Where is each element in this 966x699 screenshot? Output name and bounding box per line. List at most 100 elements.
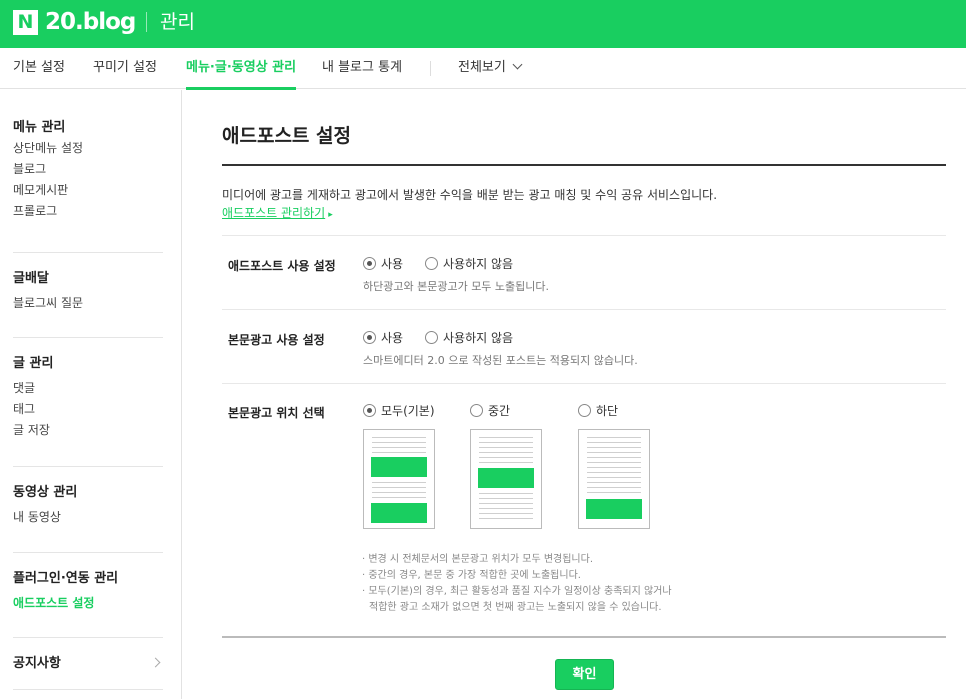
ad-position-label: 본문광고 위치 선택 xyxy=(228,406,325,420)
ad-position-radio-middle[interactable]: 중간 xyxy=(470,403,510,419)
note-line: 적합한 광고 소재가 없으면 첫 번째 광고는 노출되지 않을 수 있습니다. xyxy=(369,602,662,613)
text-line xyxy=(372,447,426,448)
sidebar-item-memo-board[interactable]: 메모게시판 xyxy=(13,180,163,201)
radio-unchecked-icon xyxy=(425,331,438,344)
text-line xyxy=(587,447,641,448)
tab-basic-settings[interactable]: 기본 설정 xyxy=(13,48,65,89)
text-line xyxy=(372,492,426,493)
preview-position-bottom[interactable] xyxy=(578,429,650,529)
text-line xyxy=(479,437,533,438)
ad-position-radio-all[interactable]: 모두(기본) xyxy=(363,403,435,419)
text-line xyxy=(587,467,641,468)
radio-label: 모두(기본) xyxy=(381,404,435,418)
top-header: N 20.blog 관리 xyxy=(0,0,966,48)
sidebar-item-top-menu[interactable]: 상단메뉴 설정 xyxy=(13,138,163,159)
radio-label: 하단 xyxy=(596,404,619,418)
sidebar-group-posts: 글 관리 댓글 태그 글 저장 xyxy=(13,354,163,441)
text-line xyxy=(479,513,533,514)
text-line xyxy=(479,493,533,494)
sidebar-item-adpost-settings[interactable]: 애드포스트 설정 xyxy=(13,593,163,614)
sidebar-divider xyxy=(13,552,163,553)
page-title: 애드포스트 설정 xyxy=(222,125,351,147)
radio-unchecked-icon xyxy=(578,404,591,417)
sidebar-item-tags[interactable]: 태그 xyxy=(13,399,163,420)
text-line xyxy=(587,477,641,478)
sidebar: 메뉴 관리 상단메뉴 설정 블로그 메모게시판 프롤로그 글배달 블로그씨 질문… xyxy=(0,90,182,699)
text-line xyxy=(587,437,641,438)
text-line xyxy=(479,442,533,443)
preview-position-all[interactable] xyxy=(363,429,435,529)
radio-unchecked-icon xyxy=(470,404,483,417)
sidebar-group-title: 플러그인·연동 관리 xyxy=(13,571,119,586)
sidebar-group-menu: 메뉴 관리 상단메뉴 설정 블로그 메모게시판 프롤로그 xyxy=(13,118,163,222)
adpost-manage-link[interactable]: 애드포스트 관리하기 ▸ xyxy=(222,204,333,221)
text-line xyxy=(479,508,533,509)
adpost-use-hint: 하단광고와 본문광고가 모두 노출됩니다. xyxy=(363,280,550,293)
naver-logo-icon[interactable]: N xyxy=(13,10,38,35)
radio-label: 사용하지 않음 xyxy=(443,331,514,345)
tab-design-settings[interactable]: 꾸미기 설정 xyxy=(93,48,157,89)
sidebar-group-title: 동영상 관리 xyxy=(13,485,78,500)
sidebar-item-comments[interactable]: 댓글 xyxy=(13,378,163,399)
text-line xyxy=(372,497,426,498)
body-ad-radio-off[interactable]: 사용하지 않음 xyxy=(425,330,513,346)
radio-checked-icon xyxy=(363,404,376,417)
sidebar-item-blog[interactable]: 블로그 xyxy=(13,159,163,180)
sidebar-group-title: 공지사항 xyxy=(13,656,61,671)
adpost-use-radio-off[interactable]: 사용하지 않음 xyxy=(425,256,513,272)
sidebar-divider xyxy=(13,252,163,253)
service-description: 미디어에 광고를 게재하고 광고에서 발생한 수익을 배분 받는 광고 매칭 및… xyxy=(222,188,718,202)
text-line xyxy=(587,487,641,488)
sidebar-item-my-videos[interactable]: 내 동영상 xyxy=(13,507,163,528)
text-line xyxy=(372,487,426,488)
sidebar-divider xyxy=(13,637,163,638)
text-line xyxy=(479,452,533,453)
title-divider xyxy=(222,164,946,166)
text-line xyxy=(587,452,641,453)
sidebar-item-prologue[interactable]: 프롤로그 xyxy=(13,201,163,222)
header-divider xyxy=(146,12,147,32)
text-line xyxy=(479,462,533,463)
sidebar-item-notices[interactable]: 공지사항 xyxy=(13,654,163,674)
text-line xyxy=(372,452,426,453)
view-all-button[interactable]: 전체보기 xyxy=(458,48,523,89)
text-line xyxy=(479,498,533,499)
blog-logo[interactable]: 20.blog xyxy=(45,7,136,37)
tab-blog-stats[interactable]: 내 블로그 통계 xyxy=(322,48,402,89)
ad-position-radio-bottom[interactable]: 하단 xyxy=(578,403,618,419)
text-line xyxy=(587,472,641,473)
tab-menu-post-video[interactable]: 메뉴·글·동영상 관리 xyxy=(186,48,297,90)
section-divider xyxy=(222,235,946,236)
body-ad-radio-on[interactable]: 사용 xyxy=(363,330,403,346)
nav-divider xyxy=(430,61,431,76)
adpost-use-radio-on[interactable]: 사용 xyxy=(363,256,403,272)
section-divider xyxy=(222,383,946,384)
text-line xyxy=(479,457,533,458)
text-line xyxy=(587,462,641,463)
section-divider xyxy=(222,309,946,310)
sidebar-divider xyxy=(13,337,163,338)
radio-label: 사용하지 않음 xyxy=(443,257,514,271)
ad-block xyxy=(371,457,427,477)
sidebar-group-plugins: 플러그인·연동 관리 애드포스트 설정 xyxy=(13,569,163,614)
sidebar-divider xyxy=(13,466,163,467)
sidebar-divider xyxy=(13,689,163,690)
sidebar-item-blogc-question[interactable]: 블로그씨 질문 xyxy=(13,293,163,314)
chevron-down-icon xyxy=(512,59,523,70)
text-line xyxy=(372,437,426,438)
sidebar-group-title: 메뉴 관리 xyxy=(13,120,66,135)
header-section-title: 관리 xyxy=(160,11,195,33)
text-line xyxy=(372,482,426,483)
sidebar-item-saved-posts[interactable]: 글 저장 xyxy=(13,420,163,441)
radio-unchecked-icon xyxy=(425,257,438,270)
preview-position-middle[interactable] xyxy=(470,429,542,529)
sidebar-group-title: 글배달 xyxy=(13,271,49,286)
confirm-button[interactable]: 확인 xyxy=(555,659,614,690)
text-line xyxy=(587,482,641,483)
ad-block xyxy=(478,468,534,488)
note-line: · 변경 시 전체문서의 본문광고 위치가 모두 변경됩니다. xyxy=(362,554,594,565)
adpost-use-label: 애드포스트 사용 설정 xyxy=(228,259,336,273)
note-line: · 중간의 경우, 본문 중 가장 적합한 곳에 노출됩니다. xyxy=(362,570,581,581)
sidebar-group-title: 글 관리 xyxy=(13,356,54,371)
top-nav: 기본 설정 꾸미기 설정 메뉴·글·동영상 관리 내 블로그 통계 전체보기 xyxy=(0,48,966,90)
